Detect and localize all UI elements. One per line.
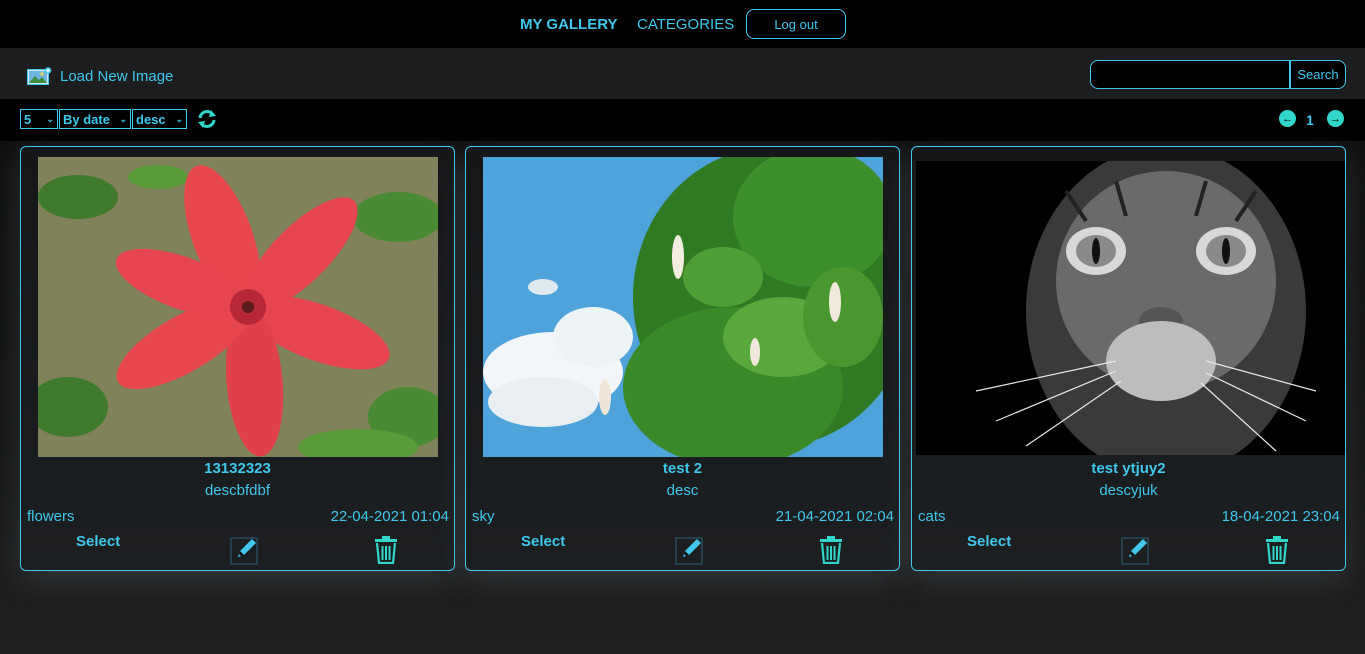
chevron-down-icon: ⌄ — [175, 113, 183, 124]
page-size-select[interactable]: 5 ⌄ — [20, 109, 58, 129]
top-navigation: MY GALLERY CATEGORIES Log out — [0, 0, 1365, 48]
card-title: test 2 — [662, 460, 703, 477]
current-page: 1 — [1306, 112, 1314, 128]
card-category: sky — [472, 508, 495, 525]
select-button[interactable]: Select — [76, 533, 120, 550]
toolbar: Load New Image Search — [0, 48, 1365, 99]
sort-by-select[interactable]: By date ⌄ — [59, 109, 131, 129]
card-date: 18-04-2021 23:04 — [1221, 508, 1340, 525]
load-new-image-button[interactable]: Load New Image — [27, 67, 173, 86]
page-size-value: 5 — [24, 111, 32, 127]
card-description: descbfdbf — [204, 482, 271, 499]
card-title: test ytjuy2 — [1091, 460, 1166, 477]
refresh-icon[interactable] — [196, 108, 218, 130]
trash-icon[interactable] — [1264, 536, 1290, 564]
logout-button[interactable]: Log out — [746, 9, 846, 39]
image-add-icon — [27, 67, 52, 85]
order-value: desc — [136, 111, 166, 127]
trash-icon[interactable] — [818, 536, 844, 564]
card-title: 13132323 — [204, 460, 271, 477]
pencil-edit-icon[interactable] — [675, 535, 705, 565]
sort-by-value: By date — [63, 111, 110, 127]
next-page-button[interactable]: → — [1327, 110, 1344, 127]
pencil-edit-icon[interactable] — [230, 535, 260, 565]
trash-icon[interactable] — [373, 536, 399, 564]
card-image-cat[interactable] — [916, 161, 1345, 455]
controls-bar: 5 ⌄ By date ⌄ desc ⌄ ← 1 → — [0, 99, 1365, 141]
card-image-flower[interactable] — [38, 157, 438, 457]
arrow-left-icon: ← — [1282, 112, 1293, 125]
chevron-down-icon: ⌄ — [46, 113, 54, 124]
gallery-card: test ytjuy2 descyjuk cats 18-04-2021 23:… — [911, 146, 1346, 571]
card-image-sky[interactable] — [483, 157, 883, 457]
previous-page-button[interactable]: ← — [1279, 110, 1296, 127]
select-button[interactable]: Select — [521, 533, 565, 550]
gallery-card: 13132323 descbfdbf flowers 22-04-2021 01… — [20, 146, 455, 571]
load-new-image-label: Load New Image — [60, 68, 174, 85]
order-select[interactable]: desc ⌄ — [132, 109, 187, 129]
card-date: 21-04-2021 02:04 — [775, 508, 894, 525]
nav-my-gallery[interactable]: MY GALLERY — [520, 16, 618, 33]
nav-categories[interactable]: CATEGORIES — [637, 16, 734, 33]
arrow-right-icon: → — [1330, 112, 1341, 125]
card-category: flowers — [27, 508, 75, 525]
card-description: descyjuk — [1099, 482, 1158, 499]
card-date: 22-04-2021 01:04 — [330, 508, 449, 525]
gallery-card: test 2 desc sky 21-04-2021 02:04 Select — [465, 146, 900, 571]
pencil-edit-icon[interactable] — [1121, 535, 1151, 565]
card-category: cats — [918, 508, 946, 525]
card-description: desc — [666, 482, 699, 499]
search-input[interactable] — [1090, 60, 1290, 89]
select-button[interactable]: Select — [967, 533, 1011, 550]
search-button[interactable]: Search — [1290, 60, 1346, 89]
chevron-down-icon: ⌄ — [119, 113, 127, 124]
